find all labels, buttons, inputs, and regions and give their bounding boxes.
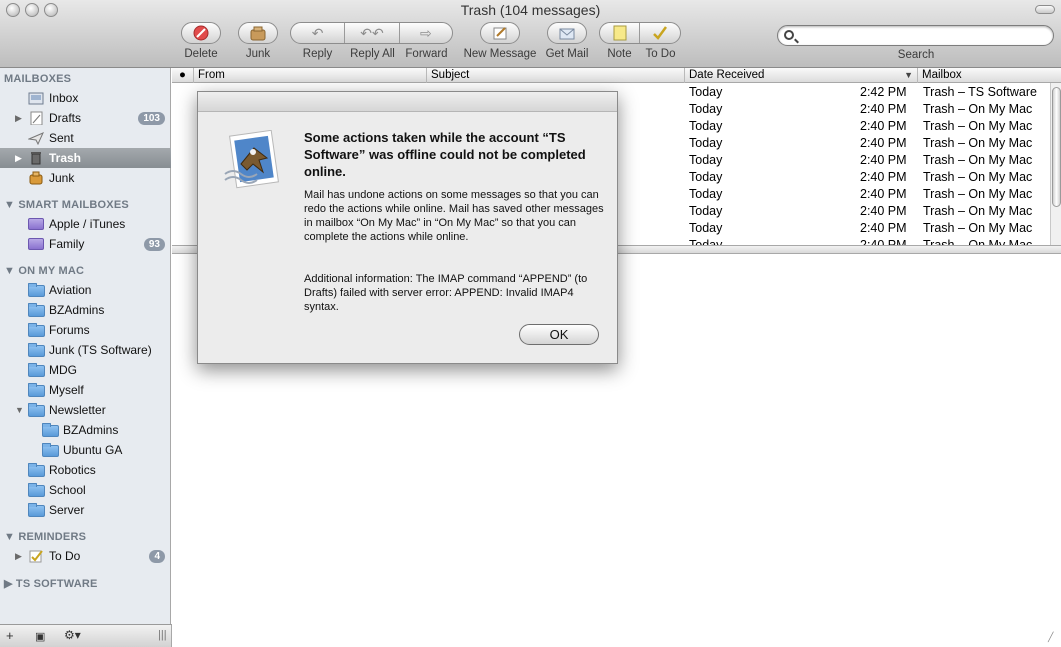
alert-title: Some actions taken while the account “TS… bbox=[304, 130, 586, 179]
sidebar-item-newsletter[interactable]: ▼ Newsletter bbox=[0, 400, 171, 420]
time-cell: 2:40 PM bbox=[860, 170, 907, 184]
collapse-triangle-icon: ▼ bbox=[4, 531, 19, 543]
sidebar-item-label: To Do bbox=[49, 549, 81, 563]
date-cell: Today bbox=[689, 85, 723, 99]
sidebar-item-label: Myself bbox=[49, 383, 84, 397]
folder-icon bbox=[28, 323, 45, 337]
time-cell: 2:40 PM bbox=[860, 119, 907, 133]
mailbox-cell: Trash – On My Mac bbox=[923, 170, 1033, 184]
mail-stamp-eagle-icon bbox=[224, 130, 279, 189]
mailbox-cell: Trash – On My Mac bbox=[923, 187, 1033, 201]
folder-icon bbox=[28, 463, 45, 477]
ok-button[interactable]: OK bbox=[519, 324, 599, 345]
mailbox-cell: Trash – On My Mac bbox=[923, 136, 1033, 150]
date-cell: Today bbox=[689, 136, 723, 150]
gear-icon: ⚙▾ bbox=[64, 628, 81, 642]
time-cell: 2:40 PM bbox=[860, 187, 907, 201]
time-cell: 2:40 PM bbox=[860, 153, 907, 167]
sidebar-item-label: Server bbox=[49, 503, 85, 517]
sidebar-action-bar: + ▣ ⚙▾ ||| bbox=[0, 624, 172, 647]
sidebar-item-label: Newsletter bbox=[49, 403, 106, 417]
sidebar-item-label: School bbox=[49, 483, 86, 497]
disclosure-triangle-icon[interactable]: ▶ bbox=[15, 551, 22, 562]
sidebar-item-label: Robotics bbox=[49, 463, 96, 477]
date-cell: Today bbox=[689, 170, 723, 184]
show-photo-browser-button[interactable]: ▣ bbox=[35, 630, 45, 643]
plus-icon: + bbox=[6, 628, 14, 643]
folder-icon bbox=[28, 383, 45, 397]
sidebar-item-robotics[interactable]: Robotics bbox=[0, 460, 171, 480]
sidebar-resize-handle[interactable]: ||| bbox=[158, 629, 167, 641]
unread-count-badge: 4 bbox=[149, 549, 165, 563]
folder-icon bbox=[42, 443, 59, 457]
expand-triangle-icon: ▶ bbox=[4, 578, 16, 590]
error-alert-sheet: Some actions taken while the account “TS… bbox=[197, 91, 618, 364]
sidebar-item-junk-ts-software[interactable]: Junk (TS Software) bbox=[0, 340, 171, 360]
sidebar-item-myself[interactable]: Myself bbox=[0, 380, 171, 400]
folder-icon bbox=[28, 363, 45, 377]
sidebar-item-label: Forums bbox=[49, 323, 90, 337]
date-cell: Today bbox=[689, 187, 723, 201]
time-cell: 2:40 PM bbox=[860, 238, 907, 245]
date-cell: Today bbox=[689, 153, 723, 167]
sidebar-item-ubuntu-ga[interactable]: Ubuntu GA bbox=[0, 440, 171, 460]
date-cell: Today bbox=[689, 221, 723, 235]
folder-icon bbox=[28, 283, 45, 297]
mailbox-cell: Trash – On My Mac bbox=[923, 204, 1033, 218]
folder-icon bbox=[42, 423, 59, 437]
scrollbar-thumb[interactable] bbox=[1052, 87, 1061, 207]
sidebar-item-mdg[interactable]: MDG bbox=[0, 360, 171, 380]
alert-additional-info: Additional information: The IMAP command… bbox=[304, 273, 588, 313]
action-menu-button[interactable]: ⚙▾ bbox=[64, 628, 81, 642]
time-cell: 2:42 PM bbox=[860, 85, 907, 99]
mailbox-cell: Trash – On My Mac bbox=[923, 102, 1033, 116]
sidebar-item-label: BZAdmins bbox=[63, 423, 119, 437]
section-label: TS SOFTWARE bbox=[15, 578, 98, 590]
section-label: ON MY MAC bbox=[18, 265, 85, 277]
folder-icon bbox=[28, 303, 45, 317]
section-reminders[interactable]: ▼ REMINDERS bbox=[4, 531, 86, 543]
mailbox-cell: Trash – On My Mac bbox=[923, 153, 1033, 167]
sidebar-item-todo[interactable]: ▶ To Do 4 bbox=[0, 546, 171, 566]
time-cell: 2:40 PM bbox=[860, 136, 907, 150]
section-ts-software[interactable]: ▶ TS SOFTWARE bbox=[4, 577, 98, 590]
alert-message: Mail has undone actions on some messages… bbox=[304, 189, 604, 243]
section-label: REMINDERS bbox=[18, 531, 87, 543]
date-cell: Today bbox=[689, 119, 723, 133]
todo-list-icon bbox=[29, 550, 43, 563]
collapse-triangle-icon: ▼ bbox=[4, 265, 19, 277]
mailbox-cell: Trash – On My Mac bbox=[923, 119, 1033, 133]
time-cell: 2:40 PM bbox=[860, 204, 907, 218]
time-cell: 2:40 PM bbox=[860, 102, 907, 116]
sidebar-item-label: Junk (TS Software) bbox=[49, 343, 152, 357]
folder-icon bbox=[28, 503, 45, 517]
folder-icon bbox=[28, 483, 45, 497]
message-list-scrollbar[interactable] bbox=[1050, 83, 1061, 245]
sidebar-item-label: BZAdmins bbox=[49, 303, 105, 317]
sidebar-item-server[interactable]: Server bbox=[0, 500, 171, 520]
sidebar-item-label: Ubuntu GA bbox=[63, 443, 123, 457]
sidebar-item-school[interactable]: School bbox=[0, 480, 171, 500]
sidebar-item-aviation[interactable]: Aviation bbox=[0, 280, 171, 300]
date-cell: Today bbox=[689, 204, 723, 218]
add-mailbox-button[interactable]: + bbox=[6, 628, 14, 643]
sidebar-item-bzadmins[interactable]: BZAdmins bbox=[0, 300, 171, 320]
section-on-my-mac[interactable]: ▼ ON MY MAC bbox=[4, 265, 84, 277]
mailbox-cell: Trash – On My Mac bbox=[923, 238, 1033, 245]
photo-browser-icon: ▣ bbox=[35, 631, 46, 643]
date-cell: Today bbox=[689, 238, 723, 245]
mailbox-cell: Trash – TS Software bbox=[923, 85, 1037, 99]
sidebar-item-label: MDG bbox=[49, 363, 77, 377]
sidebar-item-forums[interactable]: Forums bbox=[0, 320, 171, 340]
mailbox-cell: Trash – On My Mac bbox=[923, 221, 1033, 235]
disclosure-triangle-icon[interactable]: ▼ bbox=[15, 405, 24, 415]
sidebar-item-newsletter-bzadmins[interactable]: BZAdmins bbox=[0, 420, 171, 440]
sheet-top-edge bbox=[198, 92, 617, 112]
folder-icon bbox=[28, 343, 45, 357]
sidebar-item-label: Aviation bbox=[49, 283, 92, 297]
time-cell: 2:40 PM bbox=[860, 221, 907, 235]
window-resize-grip[interactable]: ╱ bbox=[1048, 632, 1060, 645]
date-cell: Today bbox=[689, 102, 723, 116]
folder-icon bbox=[28, 403, 45, 417]
